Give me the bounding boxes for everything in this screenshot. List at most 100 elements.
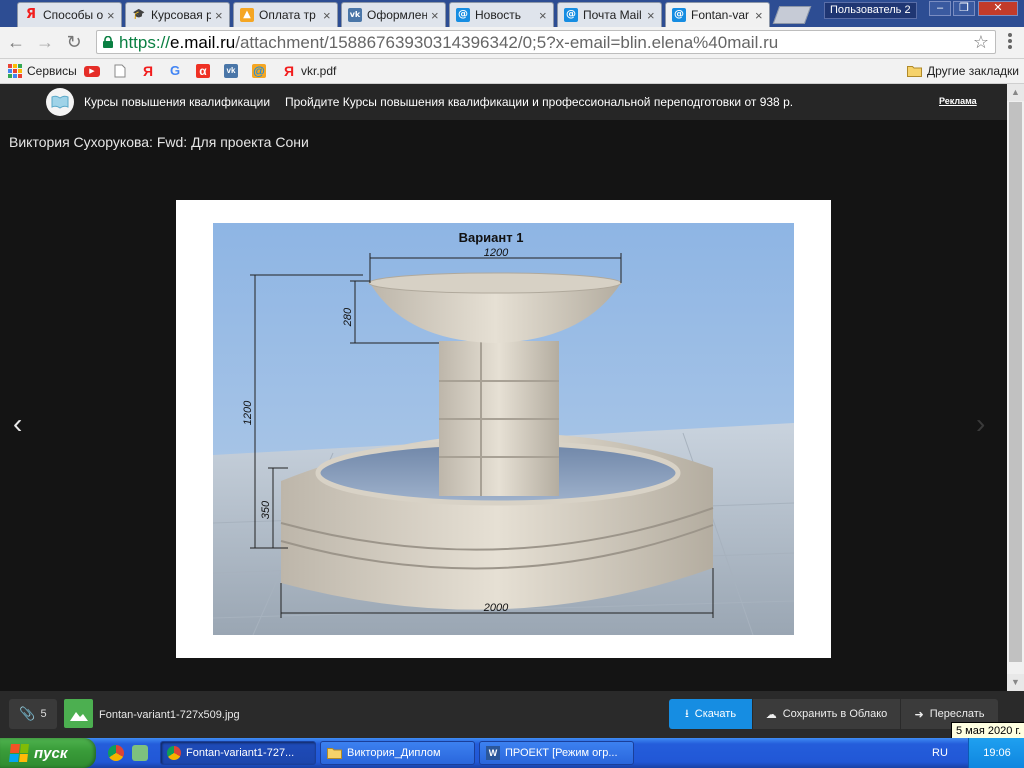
download-label: Скачать	[694, 708, 737, 720]
vk-icon: vk	[348, 8, 362, 22]
restore-icon[interactable]: ❐	[953, 1, 975, 16]
tab-3[interactable]: ▲ Оплата тр ×	[233, 2, 338, 27]
clock[interactable]: 19:06	[983, 747, 1011, 759]
scroll-down-icon[interactable]: ▼	[1007, 674, 1024, 691]
ad-title[interactable]: Курсы повышения квалификации	[84, 95, 270, 109]
chrome-quicklaunch-icon[interactable]	[108, 745, 124, 761]
attachments-count: 5	[40, 708, 47, 720]
tab-title: Новость	[475, 8, 522, 22]
save-to-cloud-label: Сохранить в Облако	[782, 708, 888, 720]
thumbs-up-icon: ▲	[240, 8, 254, 22]
bookmark-mail[interactable]: @	[252, 63, 271, 79]
bookmark-page[interactable]	[114, 63, 126, 79]
start-button[interactable]: пуск	[0, 738, 96, 768]
url-host: e.mail.ru	[170, 33, 236, 52]
minimize-icon[interactable]: –	[929, 1, 951, 16]
tab-4[interactable]: vk Оформлен ×	[341, 2, 446, 27]
page-scrollbar[interactable]: ▲ ▼	[1007, 84, 1024, 691]
ad-text[interactable]: Пройдите Курсы повышения квалификации и …	[285, 95, 793, 109]
yandex-icon: Я	[283, 63, 295, 79]
prev-arrow-icon[interactable]: ‹	[13, 410, 22, 438]
yandex-icon: Я	[25, 7, 36, 22]
bookmark-alpha[interactable]: α	[196, 63, 215, 79]
back-icon[interactable]: ←	[6, 32, 26, 52]
ad-banner[interactable]: Курсы повышения квалификации Пройдите Ку…	[0, 84, 1007, 120]
browser-toolbar: ← → ↻ https://e.mail.ru/attachment/15886…	[0, 27, 1024, 59]
close-tab-icon[interactable]: ×	[215, 9, 225, 22]
forward-arrow-icon: ➜	[914, 708, 924, 721]
bookmark-google[interactable]: G	[168, 63, 187, 79]
system-tray: 19:06	[968, 738, 1024, 768]
graduation-cap-icon: 🎓	[132, 9, 146, 20]
bookmark-star-icon[interactable]: ☆	[973, 32, 989, 52]
task-word[interactable]: W ПРОЕКТ [Режим огр...	[479, 741, 634, 765]
lock-icon	[103, 36, 113, 48]
other-bookmarks[interactable]: Другие закладки	[907, 63, 1019, 79]
task-label: Fontan-variant1-727...	[186, 747, 295, 759]
browser-menu-icon[interactable]	[1002, 31, 1018, 53]
close-window-icon[interactable]: ✕	[978, 1, 1018, 16]
language-indicator[interactable]: RU	[932, 747, 948, 759]
save-to-cloud-button[interactable]: ☁ Сохранить в Облако	[753, 699, 900, 729]
download-button[interactable]: ⭳ Скачать	[669, 699, 752, 729]
youtube-icon: ▶	[84, 65, 100, 77]
letter-title: Виктория Сухорукова: Fwd: Для проекта Со…	[9, 134, 309, 150]
scroll-up-icon[interactable]: ▲	[1007, 84, 1024, 101]
tab-title: Способы ок	[43, 8, 103, 22]
file-thumbnail[interactable]	[64, 699, 93, 728]
tab-5[interactable]: @ Новость ×	[449, 2, 554, 27]
close-tab-icon[interactable]: ×	[755, 9, 765, 22]
ad-label[interactable]: Реклама	[939, 96, 977, 106]
dim-total-height: 1200	[242, 400, 254, 425]
word-icon: W	[486, 746, 500, 760]
bookmark-youtube[interactable]: ▶	[84, 63, 105, 79]
dim-bowl-height: 280	[342, 307, 354, 327]
address-bar[interactable]: https://e.mail.ru/attachment/15886763930…	[96, 30, 996, 54]
other-bookmarks-label: Другие закладки	[927, 64, 1019, 78]
url-path: /attachment/15886763930314396342/0;5?x-e…	[235, 33, 779, 52]
scrollbar-thumb[interactable]	[1009, 102, 1022, 662]
new-tab-button[interactable]	[772, 6, 812, 24]
profile-badge[interactable]: Пользователь 2	[824, 2, 917, 19]
next-arrow-icon[interactable]: ›	[976, 410, 985, 438]
tab-title: Почта Mail	[583, 8, 642, 22]
mail-at-icon: @	[672, 8, 686, 22]
bookmark-services[interactable]: Сервисы	[8, 63, 77, 79]
attachment-viewer: Виктория Сухорукова: Fwd: Для проекта Со…	[0, 120, 1007, 691]
close-tab-icon[interactable]: ×	[647, 9, 657, 22]
close-tab-icon[interactable]: ×	[539, 9, 549, 22]
page-icon	[114, 64, 126, 78]
vk-icon: vk	[224, 64, 238, 78]
task-folder[interactable]: Виктория_Диплом	[320, 741, 475, 765]
forward-icon[interactable]: →	[35, 32, 55, 52]
tab-1[interactable]: Я Способы ок ×	[17, 2, 122, 27]
folder-icon	[907, 66, 922, 77]
windows-logo-icon	[9, 744, 29, 762]
bookmark-vkr-pdf[interactable]: Я vkr.pdf	[282, 63, 336, 79]
book-icon	[51, 95, 69, 109]
paperclip-icon: 📎	[19, 706, 36, 721]
close-tab-icon[interactable]: ×	[431, 9, 441, 22]
ad-logo	[46, 88, 74, 116]
image-file-icon	[70, 712, 88, 721]
fountain-image[interactable]: Вариант 1 1200 280 1200 350 2000	[213, 223, 794, 635]
close-tab-icon[interactable]: ×	[107, 9, 117, 22]
folder-icon	[327, 748, 342, 759]
reload-icon[interactable]: ↻	[64, 32, 84, 52]
bookmark-yandex[interactable]: Я	[141, 63, 160, 79]
yandex-icon: Я	[142, 63, 154, 79]
tab-6[interactable]: @ Почта Mail ×	[557, 2, 662, 27]
network-quicklaunch-icon[interactable]	[132, 745, 148, 761]
tab-2[interactable]: 🎓 Курсовая р ×	[125, 2, 230, 27]
bookmark-vk[interactable]: vk	[224, 63, 243, 79]
close-tab-icon[interactable]: ×	[323, 9, 333, 22]
tab-7-active[interactable]: @ Fontan-var ×	[665, 2, 770, 27]
start-label: пуск	[34, 744, 68, 762]
attachments-counter[interactable]: 📎 5	[9, 699, 57, 729]
dim-base-width: 2000	[483, 602, 509, 614]
bookmark-label: vkr.pdf	[301, 64, 337, 78]
task-chrome[interactable]: Fontan-variant1-727...	[160, 741, 316, 765]
fountain-drawing: Вариант 1 1200 280 1200 350 2000	[213, 223, 794, 635]
apps-grid-icon	[8, 64, 22, 78]
download-icon: ⭳	[684, 707, 689, 720]
